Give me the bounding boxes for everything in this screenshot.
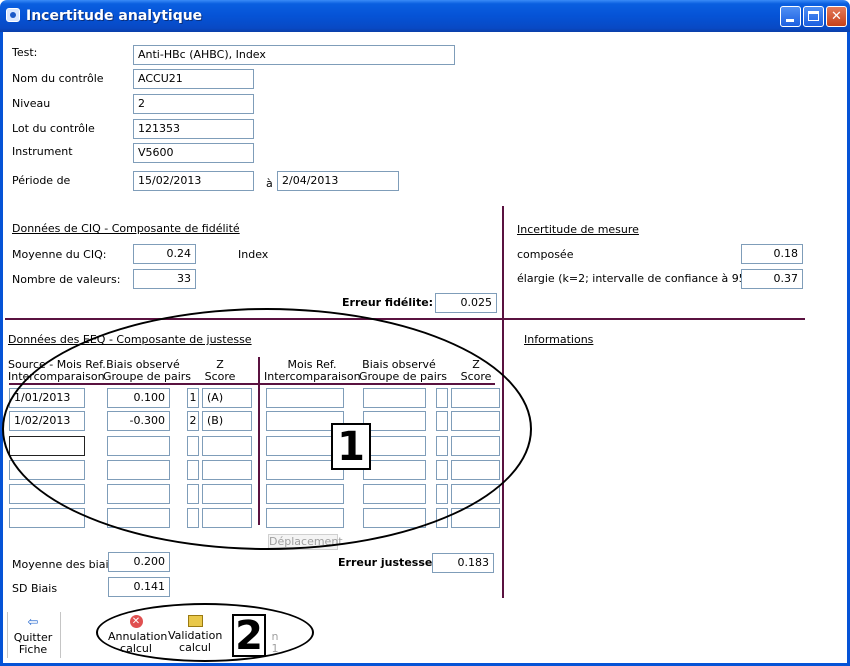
lot-controle-label: Lot du contrôle <box>12 122 95 135</box>
quitter-label-2: Fiche <box>18 643 48 656</box>
close-button[interactable]: ✕ <box>826 6 847 27</box>
periode-label: Période de <box>12 174 71 187</box>
horizontal-divider <box>5 318 805 320</box>
back-arrow-icon: ⇦ <box>27 615 39 630</box>
mesure-heading: Incertitude de mesure <box>517 223 639 236</box>
window-title: Incertitude analytique <box>26 8 203 24</box>
moyenne-ciq-label: Moyenne du CIQ: <box>12 248 107 261</box>
nom-controle-label: Nom du contrôle <box>12 72 104 85</box>
sd-biais-field[interactable]: 0.141 <box>108 577 170 597</box>
elargie-field[interactable]: 0.37 <box>741 269 803 289</box>
erreur-justesse-field[interactable]: 0.183 <box>432 553 494 573</box>
nombre-valeurs-field[interactable]: 33 <box>133 269 196 289</box>
composee-field[interactable]: 0.18 <box>741 244 803 264</box>
erreur-fidelite-label: Erreur fidélite: <box>342 296 434 309</box>
instrument-label: Instrument <box>12 145 73 158</box>
nom-controle-field[interactable]: ACCU21 <box>133 69 254 89</box>
app-icon[interactable] <box>6 8 20 22</box>
lot-controle-field[interactable]: 121353 <box>133 119 254 139</box>
annotation-mark-1: 1 <box>331 423 371 470</box>
erreur-fidelite-field[interactable]: 0.025 <box>435 293 497 313</box>
instrument-field[interactable]: V5600 <box>133 143 254 163</box>
ciq-unit: Index <box>238 248 269 261</box>
erreur-justesse-label: Erreur justesse: <box>338 556 437 569</box>
annotation-mark-2: 2 <box>232 614 266 657</box>
niveau-label: Niveau <box>12 97 51 110</box>
moyenne-ciq-field[interactable]: 0.24 <box>133 244 196 264</box>
maximize-button[interactable] <box>803 6 824 27</box>
toolbar-separator <box>60 612 61 658</box>
toolbar-separator <box>7 612 8 658</box>
annotation-ellipse-2 <box>96 603 314 662</box>
periode-from-field[interactable]: 15/02/2013 <box>133 171 254 191</box>
periode-separator: à <box>266 177 273 190</box>
elargie-label: élargie (k=2; intervalle de confiance à … <box>517 272 761 285</box>
close-icon: ✕ <box>831 9 842 24</box>
informations-heading: Informations <box>524 333 594 346</box>
niveau-field[interactable]: 2 <box>133 94 254 114</box>
maximize-icon <box>808 11 819 21</box>
test-field[interactable]: Anti-HBc (AHBC), Index <box>133 45 455 65</box>
moyenne-biais-field[interactable]: 0.200 <box>108 552 170 572</box>
minimize-button[interactable] <box>780 6 801 27</box>
test-label: Test: <box>12 46 38 59</box>
annotation-ellipse-1 <box>2 308 532 550</box>
periode-to-field[interactable]: 2/04/2013 <box>277 171 399 191</box>
sd-biais-label: SD Biais <box>12 582 58 595</box>
composee-label: composée <box>517 248 574 261</box>
nombre-valeurs-label: Nombre de valeurs: <box>12 273 121 286</box>
quitter-fiche-button[interactable]: ⇦ Quitter Fiche <box>12 616 54 656</box>
title-bar: Incertitude analytique ✕ <box>0 0 850 32</box>
ciq-heading: Données de CIQ - Composante de fidélité <box>12 222 240 235</box>
moyenne-biais-label: Moyenne des biais <box>12 558 115 571</box>
minimize-icon <box>786 19 794 22</box>
